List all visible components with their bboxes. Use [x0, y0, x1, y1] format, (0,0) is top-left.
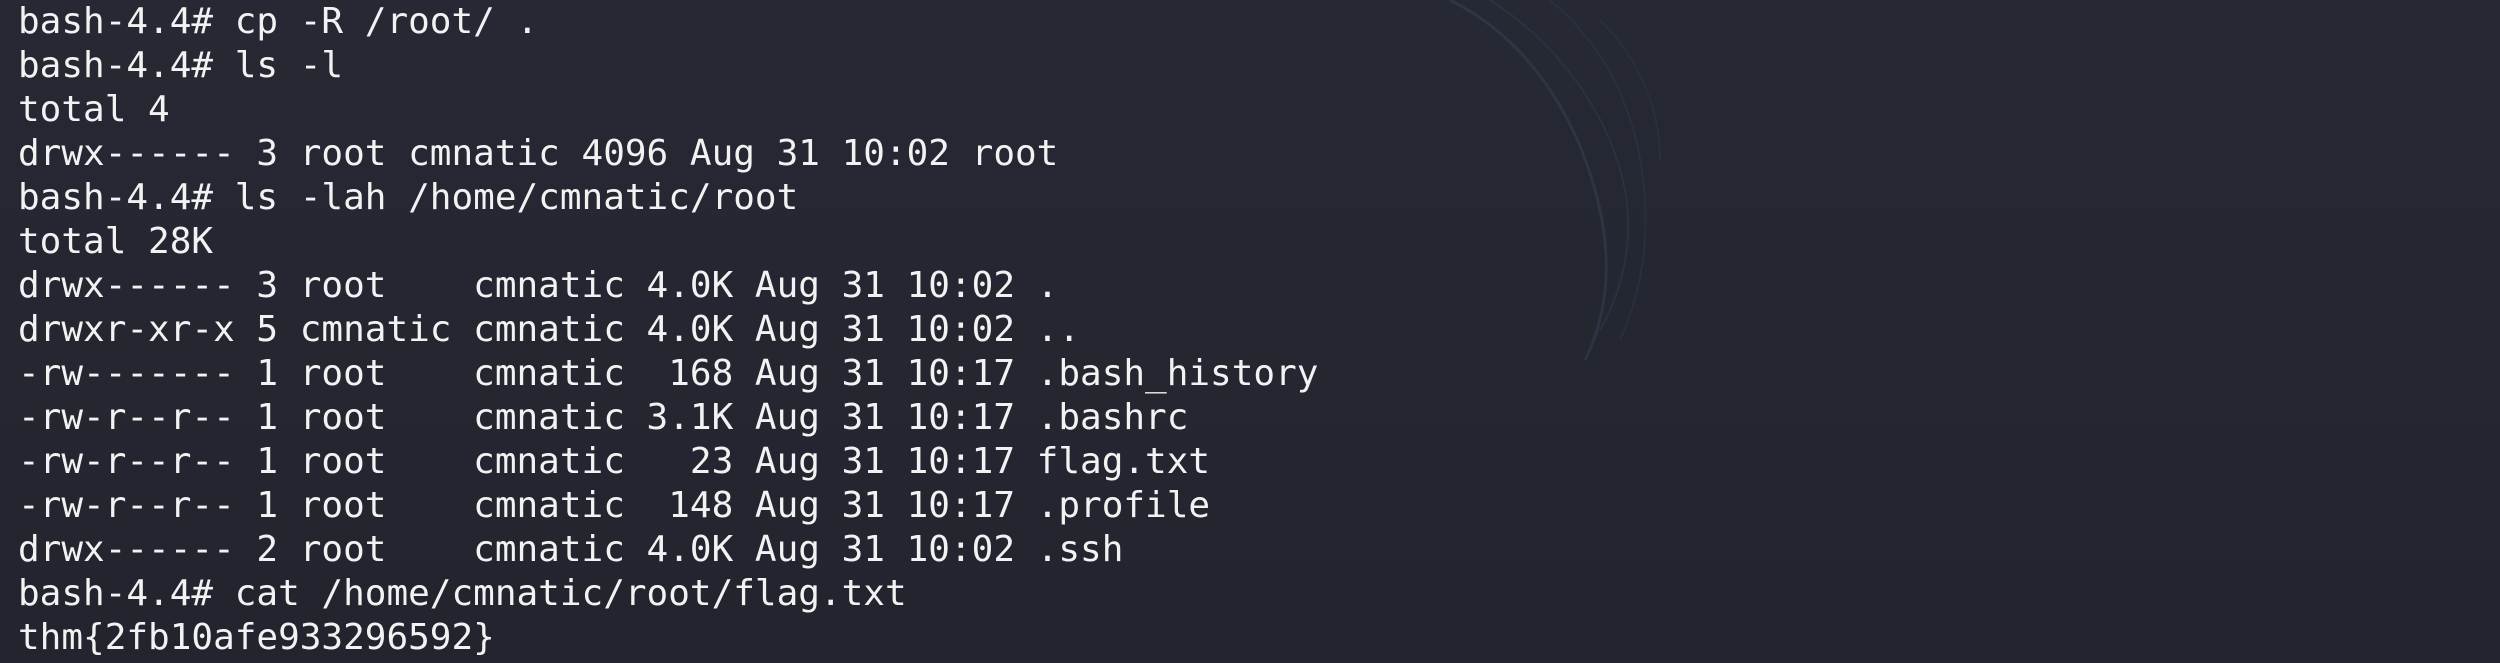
terminal-line-output: drwx------ 3 root cmnatic 4096 Aug 31 10… — [18, 133, 1059, 174]
terminal-line-output: drwxr-xr-x 5 cmnatic cmnatic 4.0K Aug 31… — [18, 309, 1081, 350]
terminal-line-output: thm{2fb10afe933296592} — [18, 617, 495, 658]
terminal-line-command: bash-4.4# ls -lah /home/cmnatic/root — [18, 177, 799, 218]
terminal-line-output: -rw-r--r-- 1 root cmnatic 148 Aug 31 10:… — [18, 485, 1211, 526]
terminal-line-output: drwx------ 3 root cmnatic 4.0K Aug 31 10… — [18, 265, 1059, 306]
terminal-line-command: bash-4.4# cp -R /root/ . — [18, 1, 539, 42]
terminal-line-output: total 4 — [18, 89, 170, 130]
terminal-output: bash-4.4# cp -R /root/ . bash-4.4# ls -l t… — [18, 0, 1318, 660]
terminal-window[interactable]: bash-4.4# cp -R /root/ . bash-4.4# ls -l t… — [0, 0, 2500, 663]
terminal-line-output: -rw-r--r-- 1 root cmnatic 23 Aug 31 10:1… — [18, 441, 1211, 482]
terminal-line-output: -rw------- 1 root cmnatic 168 Aug 31 10:… — [18, 353, 1319, 394]
terminal-line-output: total 28K — [18, 221, 214, 262]
terminal-line-command: bash-4.4# ls -l — [18, 45, 344, 86]
terminal-line-output: -rw-r--r-- 1 root cmnatic 3.1K Aug 31 10… — [18, 397, 1189, 438]
terminal-line-command: bash-4.4# cat /home/cmnatic/root/flag.tx… — [18, 573, 907, 614]
terminal-line-output: drwx------ 2 root cmnatic 4.0K Aug 31 10… — [18, 529, 1124, 570]
